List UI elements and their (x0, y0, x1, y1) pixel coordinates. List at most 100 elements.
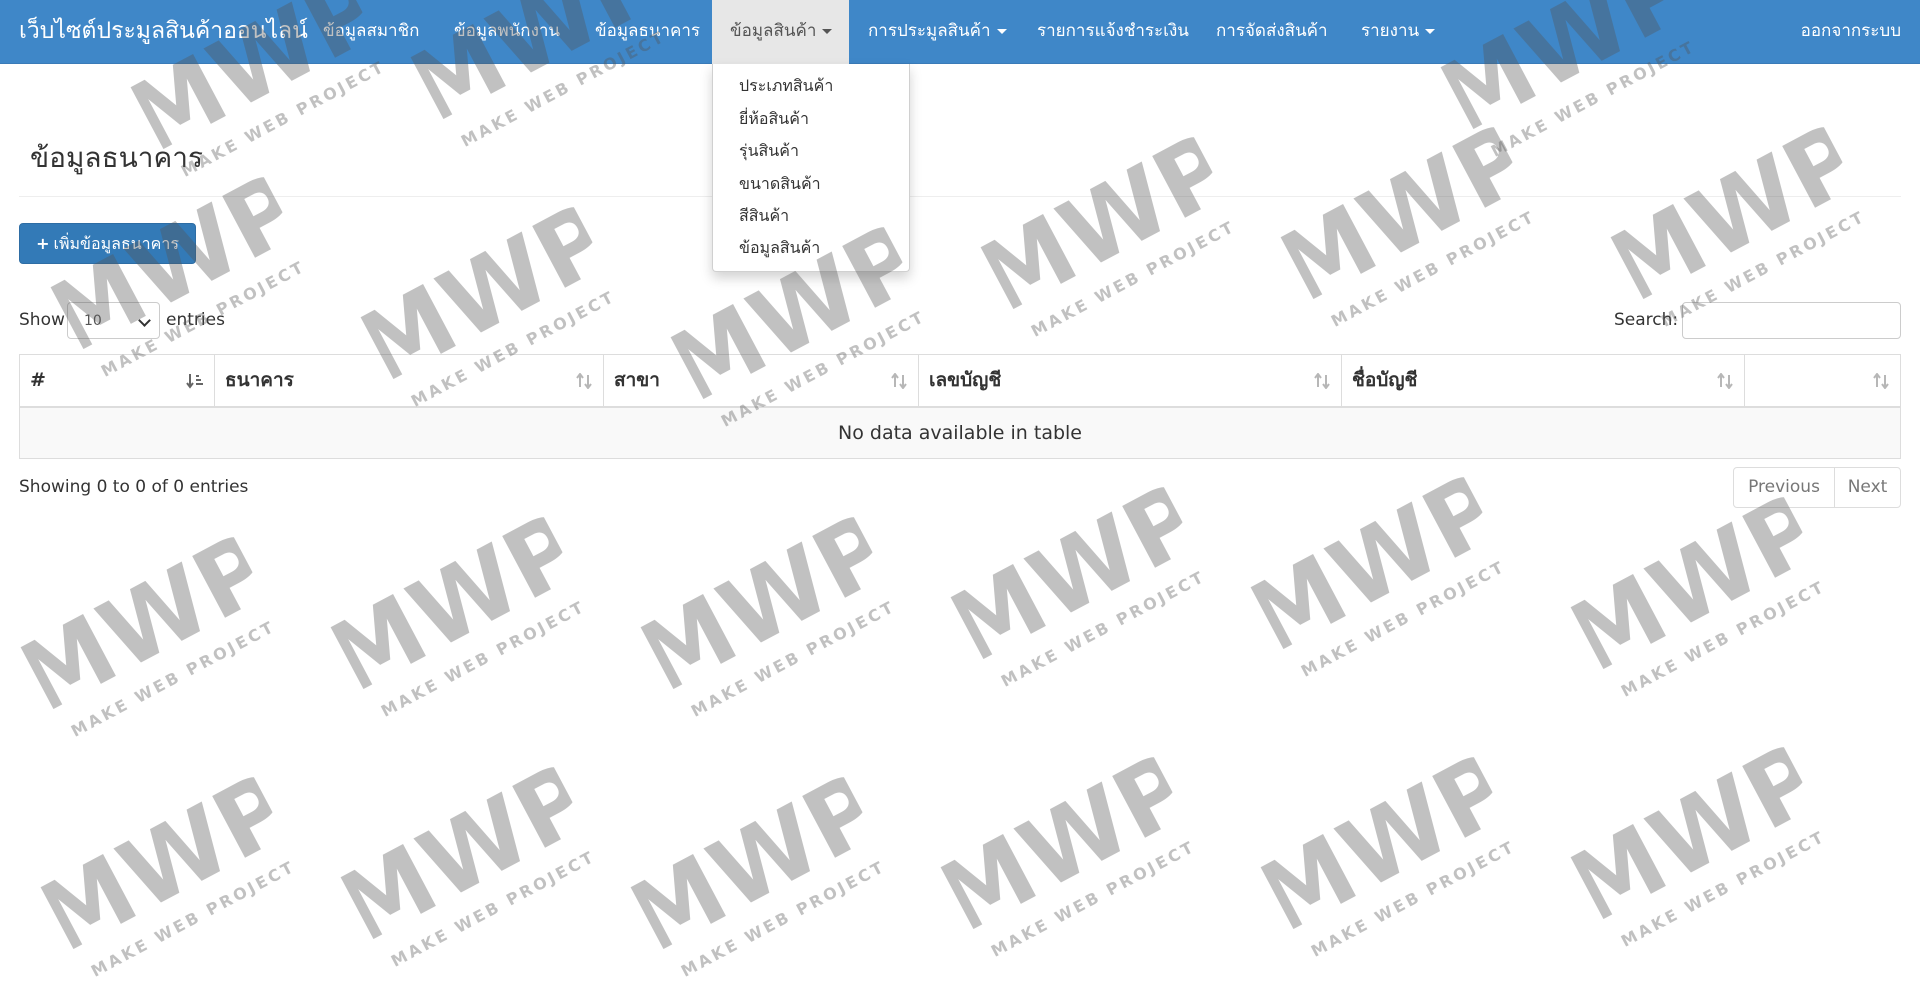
svg-text:MWP: MWP (1559, 722, 1840, 946)
nav-members-label: ข้อมูลสมาชิก (323, 21, 420, 41)
plus-icon: + (36, 234, 50, 253)
column-header-account-number[interactable]: เลขบัญชี (919, 355, 1342, 406)
nav-products-dropdown[interactable]: ข้อมูลสินค้า (712, 0, 849, 64)
column-header-actions[interactable] (1745, 355, 1900, 406)
divider (19, 196, 1901, 197)
dropdown-item-product-model[interactable]: รุ่นสินค้า (739, 137, 799, 165)
svg-text:MAKE WEB PROJECT: MAKE WEB PROJECT (1618, 827, 1829, 951)
sort-both-icon (1873, 373, 1889, 389)
dropdown-item-product-size[interactable]: ขนาดสินค้า (739, 170, 821, 198)
svg-text:MAKE WEB PROJECT: MAKE WEB PROJECT (1298, 557, 1509, 681)
watermark-logo: MWP MAKE WEB PROJECT (618, 490, 911, 737)
watermark-logo: MWP MAKE WEB PROJECT (18, 750, 311, 997)
logout-link[interactable]: ออกจากระบบ (1801, 0, 1901, 64)
dropdown-item-product-color[interactable]: สีสินค้า (739, 202, 789, 230)
pagination: Previous Next (1733, 467, 1901, 508)
dropdown-item-product-type[interactable]: ประเภทสินค้า (739, 72, 833, 100)
svg-text:MAKE WEB PROJECT: MAKE WEB PROJECT (1308, 837, 1519, 961)
svg-text:MWP: MWP (39, 152, 320, 376)
watermark-logo: MWP MAKE WEB PROJECT (1258, 100, 1551, 347)
svg-text:MWP: MWP (929, 732, 1210, 956)
svg-text:MAKE WEB PROJECT: MAKE WEB PROJECT (1328, 207, 1539, 331)
nav-employees[interactable]: ข้อมูลพนักงาน (454, 0, 560, 64)
nav-shipping[interactable]: การจัดส่งสินค้า (1216, 0, 1328, 64)
table-info: Showing 0 to 0 of 0 entries (19, 477, 249, 497)
bank-data-table: # ธนาคาร สาขา เลขบัญชี ชื่อบัญชี No data… (19, 354, 1901, 459)
caret-down-icon (996, 28, 1007, 34)
svg-text:MAKE WEB PROJECT: MAKE WEB PROJECT (388, 847, 599, 971)
svg-text:MAKE WEB PROJECT: MAKE WEB PROJECT (998, 567, 1209, 691)
svg-text:MWP: MWP (939, 462, 1220, 686)
sort-both-icon (1717, 373, 1733, 389)
svg-text:MAKE WEB PROJECT: MAKE WEB PROJECT (378, 597, 589, 721)
search-label: Search: (1614, 310, 1679, 330)
svg-text:MWP: MWP (1599, 102, 1880, 326)
svg-text:MWP: MWP (319, 492, 600, 716)
svg-text:MAKE WEB PROJECT: MAKE WEB PROJECT (988, 837, 1199, 961)
products-dropdown-menu: ประเภทสินค้า ยี่ห้อสินค้า รุ่นสินค้า ขนา… (712, 64, 910, 272)
svg-text:MWP: MWP (9, 512, 290, 736)
column-header-label: # (30, 369, 46, 391)
watermark-logo: MWP MAKE WEB PROJECT (928, 460, 1221, 707)
nav-auctions-dropdown[interactable]: การประมูลสินค้า (868, 0, 1007, 64)
svg-text:MAKE WEB PROJECT: MAKE WEB PROJECT (1028, 217, 1239, 341)
watermark-logo: MWP MAKE WEB PROJECT (608, 750, 901, 997)
svg-text:MAKE WEB PROJECT: MAKE WEB PROJECT (1618, 577, 1829, 701)
watermark-logo: MWP MAKE WEB PROJECT (1238, 730, 1531, 977)
previous-page-button[interactable]: Previous (1734, 468, 1835, 507)
column-header-label: เลขบัญชี (929, 369, 1002, 391)
nav-members[interactable]: ข้อมูลสมาชิก (323, 0, 419, 64)
svg-text:MAKE WEB PROJECT: MAKE WEB PROJECT (688, 597, 899, 721)
show-label: Show (19, 310, 65, 330)
watermark-logo: MWP MAKE WEB PROJECT (318, 740, 611, 987)
svg-text:MAKE WEB PROJECT: MAKE WEB PROJECT (88, 857, 299, 981)
nav-reports-label: รายงาน (1361, 21, 1420, 41)
nav-banks[interactable]: ข้อมูลธนาคาร (595, 0, 700, 64)
column-header-number[interactable]: # (20, 355, 215, 406)
column-header-label: สาขา (614, 369, 660, 391)
nav-shipping-label: การจัดส่งสินค้า (1216, 21, 1328, 41)
empty-table-row: No data available in table (20, 408, 1900, 458)
svg-text:MWP: MWP (629, 492, 910, 716)
svg-text:MAKE WEB PROJECT: MAKE WEB PROJECT (678, 857, 889, 981)
table-header: # ธนาคาร สาขา เลขบัญชี ชื่อบัญชี (20, 355, 1900, 408)
search-input[interactable] (1682, 302, 1901, 339)
column-header-account-name[interactable]: ชื่อบัญชี (1342, 355, 1745, 406)
svg-text:MWP: MWP (1269, 102, 1550, 326)
watermark-logo: MWP MAKE WEB PROJECT (308, 490, 601, 737)
column-header-bank[interactable]: ธนาคาร (215, 355, 604, 406)
nav-payment-notices-label: รายการแจ้งชำระเงิน (1037, 21, 1189, 41)
dropdown-item-product-brand[interactable]: ยี่ห้อสินค้า (739, 105, 809, 133)
sort-both-icon (1314, 373, 1330, 389)
svg-text:MWP: MWP (619, 752, 900, 976)
site-brand[interactable]: เว็บไซต์ประมูลสินค้าออนไลน์ (19, 0, 308, 64)
watermark-logo: MWP MAKE WEB PROJECT (918, 730, 1211, 977)
entries-select-value: 10 (84, 313, 102, 329)
column-header-label: ธนาคาร (225, 369, 294, 391)
svg-text:MWP: MWP (969, 112, 1250, 336)
column-header-label: ชื่อบัญชี (1352, 369, 1418, 391)
add-bank-button-label: เพิ่มข้อมูลธนาคาร (53, 234, 179, 253)
watermark-logo: MWP MAKE WEB PROJECT (1228, 450, 1521, 697)
entries-per-page-select[interactable]: 10 (67, 302, 160, 339)
chevron-down-icon (138, 314, 151, 327)
add-bank-button[interactable]: + เพิ่มข้อมูลธนาคาร (19, 223, 196, 264)
nav-reports-dropdown[interactable]: รายงาน (1361, 0, 1436, 64)
nav-payment-notices[interactable]: รายการแจ้งชำระเงิน (1037, 0, 1189, 64)
top-navbar: เว็บไซต์ประมูลสินค้าออนไลน์ ข้อมูลสมาชิก… (0, 0, 1920, 64)
next-page-button[interactable]: Next (1835, 468, 1900, 507)
nav-banks-label: ข้อมูลธนาคาร (595, 21, 701, 41)
svg-text:MWP: MWP (1239, 452, 1520, 676)
svg-text:MWP: MWP (1249, 732, 1530, 956)
page-title: ข้อมูลธนาคาร (30, 141, 204, 174)
watermark-logo: MWP MAKE WEB PROJECT (1548, 470, 1841, 717)
svg-text:MAKE WEB PROJECT: MAKE WEB PROJECT (68, 617, 279, 741)
watermark-logo: MWP MAKE WEB PROJECT (958, 110, 1251, 357)
dropdown-item-product-info[interactable]: ข้อมูลสินค้า (739, 234, 820, 262)
sort-both-icon (891, 373, 907, 389)
entries-label: entries (166, 310, 225, 330)
column-header-branch[interactable]: สาขา (604, 355, 919, 406)
svg-text:MWP: MWP (329, 742, 610, 966)
nav-employees-label: ข้อมูลพนักงาน (454, 21, 561, 41)
watermark-logo: MWP MAKE WEB PROJECT (1548, 720, 1841, 967)
